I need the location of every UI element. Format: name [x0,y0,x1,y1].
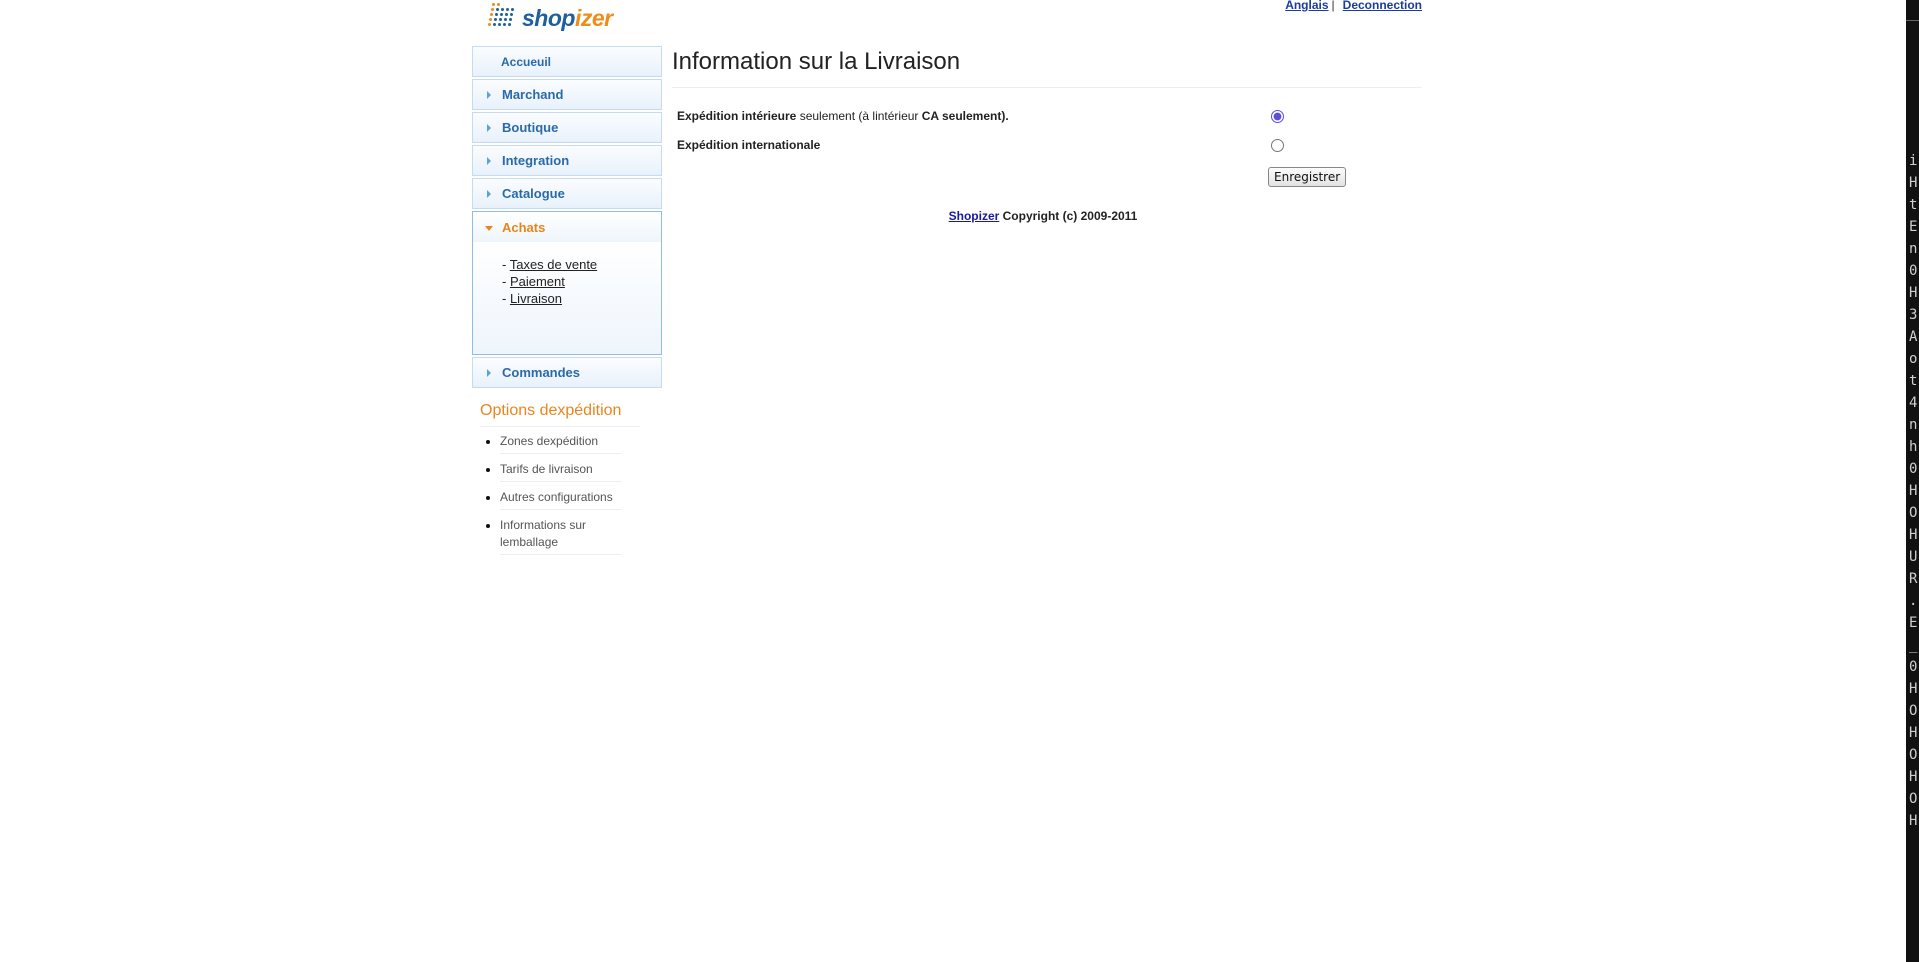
logo-dot [503,23,506,26]
menu-item-home[interactable]: Accueuil [472,46,662,77]
logo-dot [500,13,503,16]
logo-dot [499,18,502,21]
menu-item-label: Catalogue [502,186,565,201]
list-item: Autres configurations [500,489,650,510]
menu-item-label: Achats [502,219,546,235]
international-shipping-radio[interactable] [1271,139,1284,152]
menu-item-integration[interactable]: Integration [472,145,662,176]
menu-item-catalogue[interactable]: Catalogue [472,178,662,209]
save-button[interactable]: Enregistrer [1268,167,1347,187]
domestic-shipping-radio[interactable] [1271,110,1284,123]
chevron-right-icon [487,90,491,99]
list-item: Tarifs de livraison [500,461,650,482]
chevron-right-icon [487,156,491,165]
main-content: Information sur la Livraison Expédition … [672,48,1422,223]
logo-dot [495,13,498,16]
logo-dot [501,8,504,11]
logo-dot [489,18,492,21]
chevron-right-icon [487,368,491,377]
menu-item-commandes[interactable]: Commandes [472,357,662,388]
logo-dot [506,8,509,11]
logo-dot [496,8,499,11]
chevron-down-icon [485,225,493,231]
logo-dot [493,23,496,26]
logo-dots-icon [482,0,518,34]
footer: Shopizer Copyright (c) 2009-2011 [664,209,1422,223]
logo-dot [508,23,511,26]
achats-submenu: - Taxes de vente - Paiement - Livraison [472,242,662,355]
domestic-shipping-row: Expédition intérieure seulement (à linté… [672,109,1422,138]
logo-dot [492,3,495,6]
logo-dot [490,13,493,16]
submenu-link-taxes[interactable]: Taxes de vente [510,257,597,272]
international-shipping-row: Expédition internationale [672,138,1422,167]
list-item: Zones dexpédition [500,433,650,454]
terminal-divider [1906,20,1919,131]
submenu-link-livraison[interactable]: Livraison [510,291,562,306]
sidebar-menu: Accueuil Marchand Boutique Integration C… [472,46,662,390]
page-title: Information sur la Livraison [672,48,1422,88]
logo-dot [494,18,497,21]
menu-item-marchand[interactable]: Marchand [472,79,662,110]
option-link-emballage[interactable]: Informations sur lemballage [500,517,622,555]
logo-dot [504,18,507,21]
logo-dot [505,13,508,16]
domestic-shipping-label: Expédition intérieure seulement (à linté… [677,109,1009,123]
chevron-right-icon [487,123,491,132]
shipping-options-title: Options dexpédition [480,402,640,427]
shipping-options-panel: Options dexpédition Zones dexpédition Ta… [480,402,650,562]
international-shipping-label: Expédition internationale [677,138,821,152]
submenu-item: - Taxes de vente [502,257,598,272]
logo-dot [488,23,491,26]
top-links-separator: | [1331,0,1335,12]
menu-item-label: Marchand [502,87,564,102]
top-links: Anglais | Deconnection [1285,0,1422,12]
menu-item-boutique[interactable]: Boutique [472,112,662,143]
menu-item-label: Boutique [502,120,559,135]
submenu-link-paiement[interactable]: Paiement [510,274,565,289]
logo-wordmark: shopizer [522,4,613,31]
menu-item-achats[interactable]: Achats [472,211,662,242]
save-row: Enregistrer [672,167,1422,209]
submenu-item: - Paiement [502,274,565,289]
chevron-right-icon [487,189,491,198]
logo-dot [511,8,514,11]
language-link[interactable]: Anglais [1285,0,1328,12]
logo-dot [497,3,500,6]
logo-dot [498,23,501,26]
shopizer-logo[interactable]: shopizer [482,0,632,34]
menu-item-label: Integration [502,153,570,168]
submenu-item: - Livraison [502,291,562,306]
list-item: Informations sur lemballage [500,517,650,555]
logo-dot [509,18,512,21]
footer-copyright: Copyright (c) 2009-2011 [999,209,1138,223]
menu-item-label: Commandes [502,365,581,380]
terminal-strip: iHtEn0H3Aot4nh0HOHUR.E_0HOHOHOH [1906,0,1919,962]
menu-item-label: Accueuil [501,54,552,69]
logout-link[interactable]: Deconnection [1343,0,1422,12]
option-link-zones[interactable]: Zones dexpédition [500,433,622,454]
option-link-autres[interactable]: Autres configurations [500,489,622,510]
shipping-options-list: Zones dexpédition Tarifs de livraison Au… [480,433,650,555]
option-link-tarifs[interactable]: Tarifs de livraison [500,461,622,482]
logo-dot [510,13,513,16]
logo-dot [491,8,494,11]
footer-shopizer-link[interactable]: Shopizer [949,209,1000,223]
